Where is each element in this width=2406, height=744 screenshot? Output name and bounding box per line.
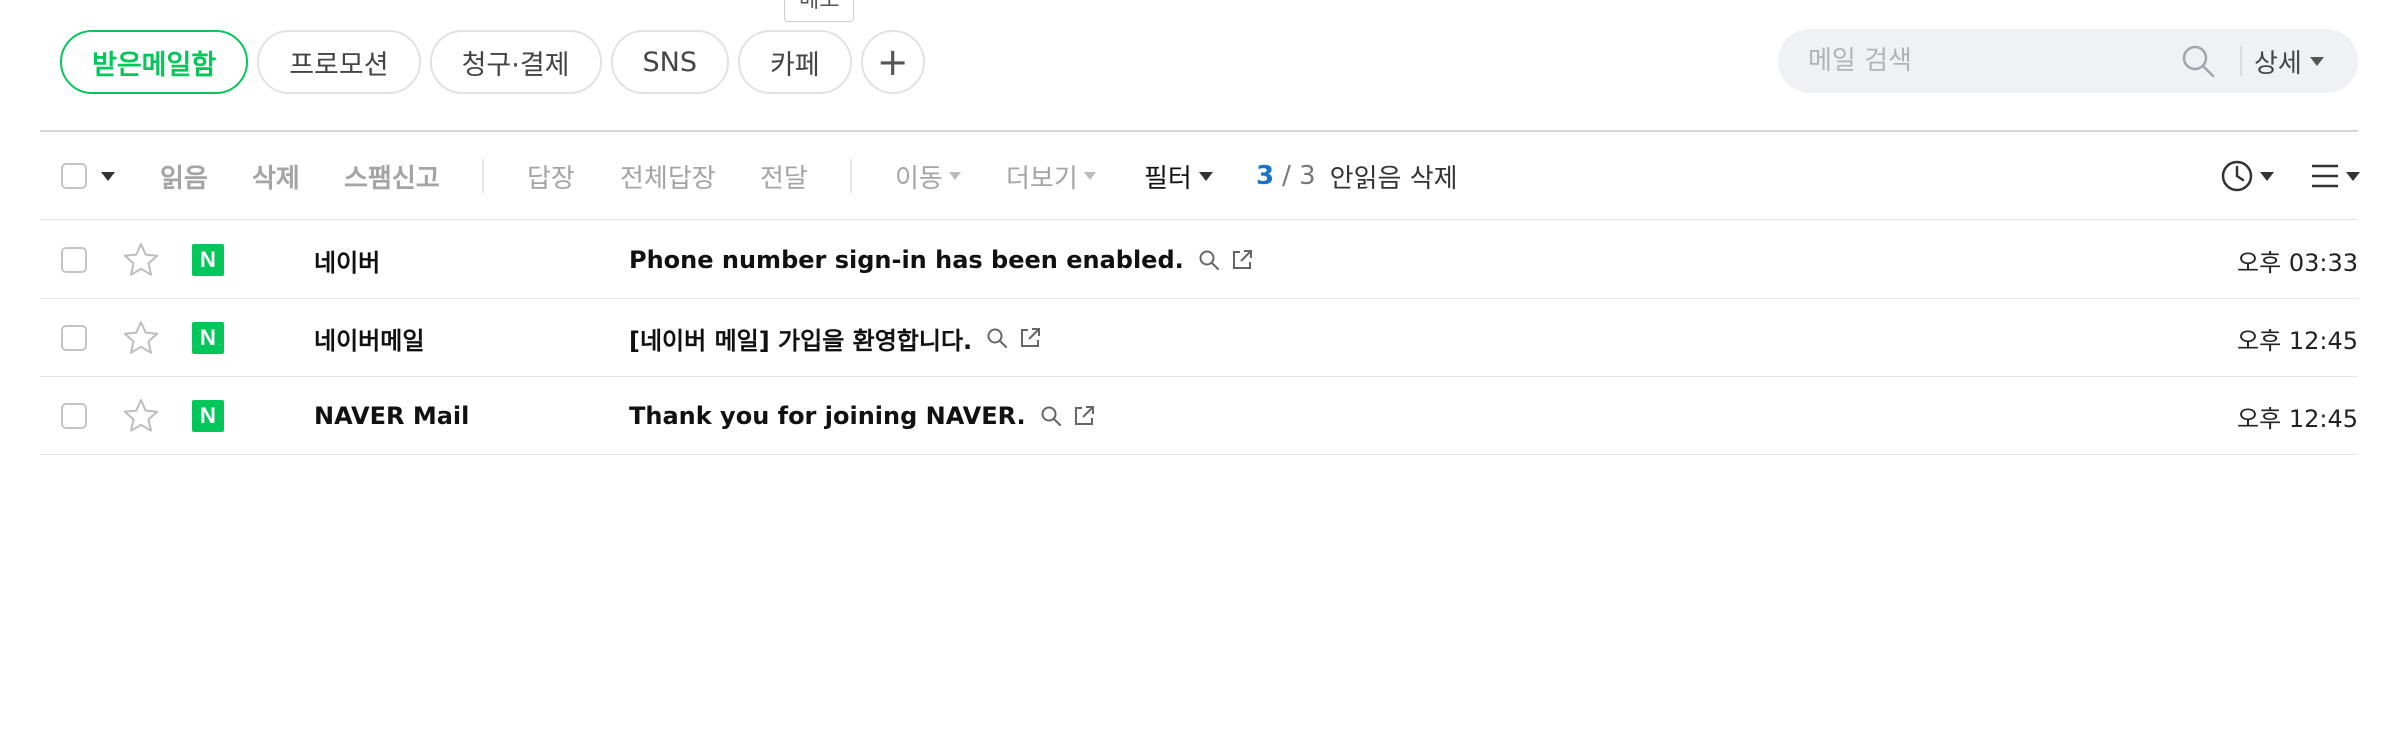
- naver-logo-icon: N: [192, 244, 224, 276]
- delete-unread-button[interactable]: 안읽음 삭제: [1330, 158, 1458, 195]
- tab-promotion[interactable]: 프로모션: [257, 30, 421, 94]
- select-all-control[interactable]: [61, 132, 115, 220]
- mail-subject[interactable]: Thank you for joining NAVER.: [629, 377, 1106, 455]
- more-button[interactable]: 더보기: [1006, 132, 1096, 220]
- total-count: / 3: [1282, 161, 1316, 191]
- mail-checkbox[interactable]: [61, 325, 87, 351]
- folder-tabs: 받은메일함 프로모션 청구·결제 SNS 카페 +: [60, 30, 934, 94]
- mail-subject-text[interactable]: [네이버 메일] 가입을 환영합니다.: [629, 321, 972, 356]
- mail-row[interactable]: N 네이버메일 [네이버 메일] 가입을 환영합니다. 오후 12:45: [40, 299, 2358, 377]
- delete-button[interactable]: 삭제: [252, 132, 300, 220]
- more-label: 더보기: [1006, 163, 1078, 194]
- toolbar-divider: [850, 159, 852, 193]
- mail-row[interactable]: N NAVER Mail Thank you for joining NAVER…: [40, 377, 2358, 455]
- search-icon[interactable]: [2180, 43, 2216, 79]
- mail-subject[interactable]: Phone number sign-in has been enabled.: [629, 221, 1264, 299]
- mail-sender[interactable]: 네이버메일: [314, 299, 424, 377]
- move-button[interactable]: 이동: [895, 132, 961, 220]
- mail-subject-text[interactable]: Phone number sign-in has been enabled.: [629, 246, 1184, 274]
- tab-sns[interactable]: SNS: [610, 30, 730, 94]
- read-button[interactable]: 읽음: [160, 132, 208, 220]
- mail-subject[interactable]: [네이버 메일] 가입을 환영합니다.: [629, 299, 1052, 377]
- mail-time: 오후 12:45: [2237, 326, 2358, 355]
- chevron-down-icon: [1198, 171, 1213, 181]
- filter-button[interactable]: 필터: [1144, 132, 1213, 220]
- chevron-down-icon: [948, 172, 961, 180]
- move-label: 이동: [895, 163, 943, 194]
- preview-search-icon[interactable]: [1198, 249, 1220, 271]
- mail-search-box: 상세: [1778, 29, 2358, 93]
- star-icon[interactable]: [122, 319, 160, 357]
- toolbar-divider: [482, 159, 484, 193]
- chevron-down-icon: [1083, 172, 1096, 180]
- view-options-button[interactable]: [2310, 132, 2360, 220]
- spam-report-button[interactable]: 스팸신고: [344, 132, 440, 220]
- open-new-window-icon[interactable]: [1072, 404, 1096, 428]
- chevron-down-icon: [2260, 171, 2274, 181]
- tab-cafe[interactable]: 카페: [738, 30, 852, 94]
- unread-count: 3 / 3 안읽음 삭제: [1256, 132, 1458, 220]
- mail-row[interactable]: N 네이버 Phone number sign-in has been enab…: [40, 221, 2358, 299]
- chevron-down-icon: [2309, 56, 2324, 66]
- preview-search-icon[interactable]: [1040, 405, 1062, 427]
- reply-button[interactable]: 답장: [527, 132, 575, 220]
- mail-checkbox[interactable]: [61, 247, 87, 273]
- reply-all-button[interactable]: 전체답장: [620, 132, 716, 220]
- naver-logo-icon: N: [192, 400, 224, 432]
- star-icon[interactable]: [122, 241, 160, 279]
- mail-time: 오후 03:33: [2237, 248, 2358, 277]
- naver-logo-icon: N: [192, 322, 224, 354]
- mail-toolbar: 읽음 삭제 스팸신고 답장 전체답장 전달 이동 더보기 필터 3 / 3 안읽…: [40, 132, 2360, 220]
- tooltip: 메모: [784, 0, 855, 22]
- filter-label: 필터: [1144, 163, 1192, 194]
- mail-sender[interactable]: 네이버: [314, 221, 380, 299]
- mail-sender[interactable]: NAVER Mail: [314, 377, 469, 455]
- unread-count-number: 3: [1256, 161, 1275, 191]
- preview-search-icon[interactable]: [986, 327, 1008, 349]
- select-all-checkbox[interactable]: [61, 163, 87, 189]
- open-new-window-icon[interactable]: [1018, 326, 1042, 350]
- search-detail-label: 상세: [2254, 48, 2302, 79]
- mail-checkbox[interactable]: [61, 403, 87, 429]
- search-input[interactable]: [1808, 41, 2168, 81]
- tab-inbox[interactable]: 받은메일함: [60, 30, 249, 94]
- chevron-down-icon: [2346, 171, 2360, 181]
- forward-button[interactable]: 전달: [760, 132, 808, 220]
- search-divider: [2240, 46, 2242, 76]
- sort-time-button[interactable]: [2220, 132, 2274, 220]
- tab-billing[interactable]: 청구·결제: [429, 30, 602, 94]
- add-tab-button[interactable]: +: [860, 30, 925, 94]
- mail-subject-text[interactable]: Thank you for joining NAVER.: [629, 402, 1026, 430]
- star-icon[interactable]: [122, 397, 160, 435]
- clock-icon: [2221, 160, 2253, 192]
- mail-time: 오후 12:45: [2237, 404, 2358, 433]
- menu-icon: [2312, 164, 2338, 188]
- search-detail-button[interactable]: 상세: [2254, 29, 2324, 93]
- open-new-window-icon[interactable]: [1230, 248, 1254, 272]
- chevron-down-icon[interactable]: [101, 171, 115, 181]
- mail-list: N 네이버 Phone number sign-in has been enab…: [40, 221, 2358, 455]
